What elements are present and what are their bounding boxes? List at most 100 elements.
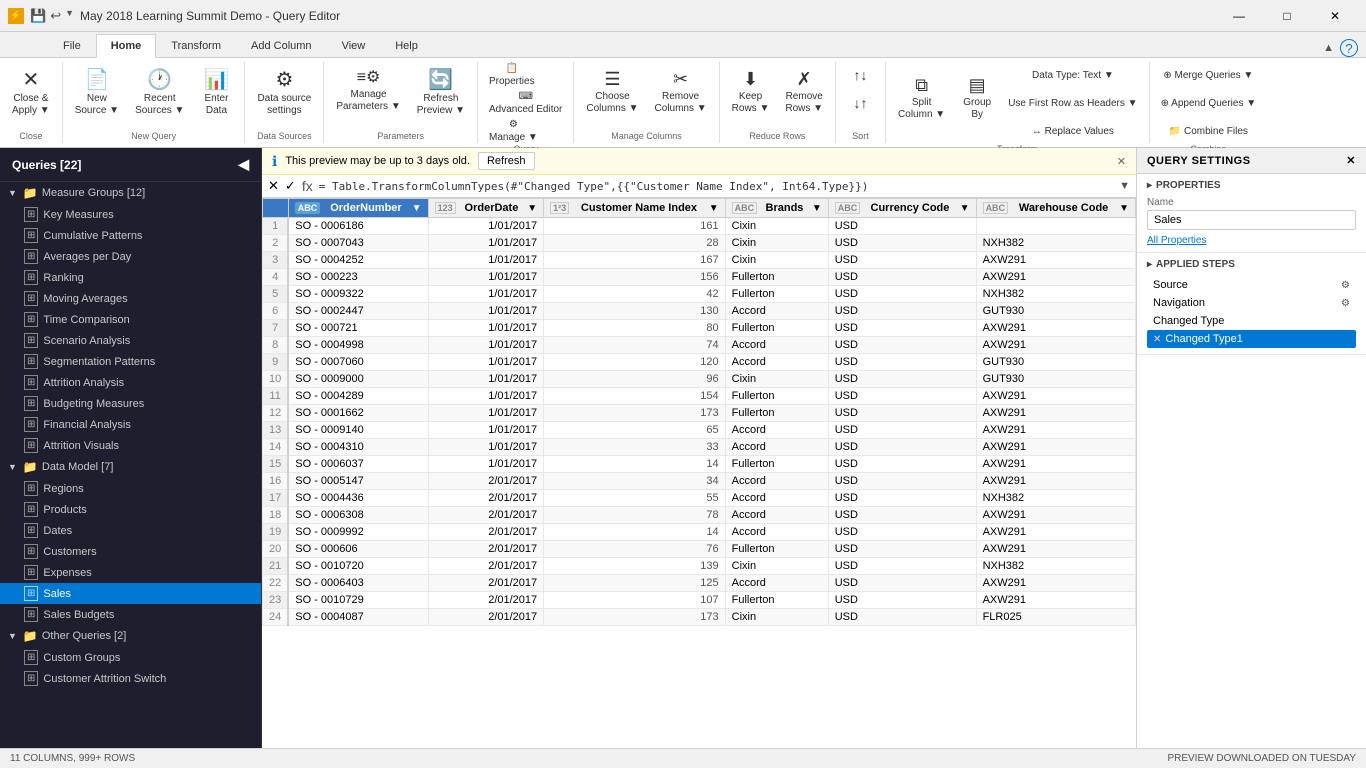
sidebar-group-measure-header[interactable]: ▼ 📁 Measure Groups [12] — [0, 182, 261, 204]
cell-currency-code: USD — [828, 490, 976, 507]
sidebar-item-attrition-visuals[interactable]: ⊞ Attrition Visuals — [0, 435, 261, 456]
enter-data-button[interactable]: 📊 EnterData — [194, 66, 238, 128]
step-changed-type[interactable]: Changed Type — [1147, 312, 1356, 330]
sort-asc-button[interactable]: ↑↓ — [843, 62, 879, 88]
sidebar-item-custom-groups[interactable]: ⊞ Custom Groups — [0, 647, 261, 668]
col-filter-icon[interactable]: ▼ — [527, 203, 537, 214]
col-filter-icon[interactable]: ▼ — [1119, 203, 1129, 214]
sidebar-item-budgeting[interactable]: ⊞ Budgeting Measures — [0, 393, 261, 414]
col-filter-icon[interactable]: ▼ — [412, 203, 422, 214]
merge-queries-button[interactable]: ⊕ Merge Queries ▼ — [1158, 62, 1258, 88]
step-navigation[interactable]: Navigation ⚙ — [1147, 294, 1356, 312]
keep-rows-button[interactable]: ⬇ KeepRows ▼ — [726, 66, 776, 128]
enter-data-icon: 📊 — [204, 70, 229, 90]
tab-file[interactable]: File — [48, 33, 96, 57]
tab-transform[interactable]: Transform — [156, 33, 236, 57]
cell-customer-index: 167 — [544, 252, 726, 269]
save-icon[interactable]: 💾 — [30, 8, 46, 24]
replace-values-button[interactable]: ↔ Replace Values — [1003, 118, 1142, 144]
sidebar-item-financial[interactable]: ⊞ Financial Analysis — [0, 414, 261, 435]
sidebar-item-time-comparison[interactable]: ⊞ Time Comparison — [0, 309, 261, 330]
append-queries-button[interactable]: ⊕ Append Queries ▼ — [1156, 90, 1262, 116]
recent-sources-button[interactable]: 🕐 RecentSources ▼ — [129, 66, 190, 128]
formula-input[interactable] — [319, 180, 1113, 193]
combine-files-button[interactable]: 📁 Combine Files — [1164, 118, 1253, 144]
data-type-button[interactable]: Data Type: Text ▼ — [1003, 62, 1142, 88]
minimize-button[interactable]: — — [1216, 2, 1262, 30]
tab-add-column[interactable]: Add Column — [236, 33, 327, 57]
sidebar-item-averages[interactable]: ⊞ Averages per Day — [0, 246, 261, 267]
step-changed-type1[interactable]: ✕ Changed Type1 — [1147, 330, 1356, 348]
col-filter-icon[interactable]: ▼ — [709, 203, 719, 214]
cell-currency-code: USD — [828, 286, 976, 303]
formula-confirm-icon[interactable]: ✓ — [285, 178, 296, 194]
folder-icon: 📁 — [23, 629, 38, 643]
cell-currency-code: USD — [828, 439, 976, 456]
sidebar-item-regions[interactable]: ⊞ Regions — [0, 478, 261, 499]
manage-button[interactable]: ⚙ Manage ▼ — [484, 118, 543, 144]
close-query-settings-icon[interactable]: ✕ — [1346, 154, 1356, 167]
refresh-preview-btn[interactable]: Refresh — [478, 152, 535, 170]
remove-columns-button[interactable]: ✂ RemoveColumns ▼ — [649, 66, 713, 128]
col-customer-name-index[interactable]: 1²3 Customer Name Index ▼ — [544, 199, 726, 218]
sort-desc-button[interactable]: ↓↑ — [843, 90, 879, 116]
sidebar-item-key-measures[interactable]: ⊞ Key Measures — [0, 204, 261, 225]
advanced-editor-button[interactable]: ⌨ Advanced Editor — [484, 90, 567, 116]
tab-view[interactable]: View — [327, 33, 381, 57]
close-apply-button[interactable]: ✕ Close &Apply ▼ — [6, 66, 56, 128]
manage-parameters-button[interactable]: ≡⚙ ManageParameters ▼ — [330, 66, 406, 128]
col-order-number[interactable]: ABC OrderNumber ▼ — [288, 199, 428, 218]
sidebar-item-dates[interactable]: ⊞ Dates — [0, 520, 261, 541]
col-filter-icon[interactable]: ▼ — [960, 203, 970, 214]
tab-help[interactable]: Help — [380, 33, 433, 57]
first-row-header-button[interactable]: Use First Row as Headers ▼ — [1003, 90, 1142, 116]
refresh-preview-button[interactable]: 🔄 RefreshPreview ▼ — [411, 66, 471, 128]
col-currency-code[interactable]: ABC Currency Code ▼ — [828, 199, 976, 218]
undo-icon[interactable]: ↩ — [50, 8, 61, 24]
remove-rows-button[interactable]: ✗ RemoveRows ▼ — [779, 66, 829, 128]
sidebar-item-sales[interactable]: ⊞ Sales — [0, 583, 261, 604]
sidebar-group-other-header[interactable]: ▼ 📁 Other Queries [2] — [0, 625, 261, 647]
formula-expand-icon[interactable]: ▼ — [1119, 180, 1130, 192]
status-bar: 11 COLUMNS, 999+ ROWS PREVIEW DOWNLOADED… — [0, 748, 1366, 768]
cell-warehouse-code: GUT930 — [976, 371, 1135, 388]
close-button[interactable]: ✕ — [1312, 2, 1358, 30]
sidebar-item-expenses[interactable]: ⊞ Expenses — [0, 562, 261, 583]
col-warehouse-code[interactable]: ABC Warehouse Code ▼ — [976, 199, 1135, 218]
close-info-button[interactable]: ✕ — [1117, 155, 1126, 168]
maximize-button[interactable]: □ — [1264, 2, 1310, 30]
choose-columns-button[interactable]: ☰ ChooseColumns ▼ — [580, 66, 644, 128]
sidebar-item-customer-attrition[interactable]: ⊞ Customer Attrition Switch — [0, 668, 261, 689]
step-x-icon[interactable]: ✕ — [1153, 334, 1161, 345]
ribbon-collapse-icon[interactable]: ▲ — [1323, 42, 1334, 54]
col-brands[interactable]: ABC Brands ▼ — [725, 199, 828, 218]
sidebar-item-cumulative[interactable]: ⊞ Cumulative Patterns — [0, 225, 261, 246]
step-gear-icon[interactable]: ⚙ — [1341, 280, 1350, 291]
sidebar-item-products[interactable]: ⊞ Products — [0, 499, 261, 520]
data-source-settings-button[interactable]: ⚙ Data sourcesettings — [251, 66, 317, 128]
help-icon[interactable]: ? — [1340, 39, 1358, 57]
sidebar-item-moving-averages[interactable]: ⊞ Moving Averages — [0, 288, 261, 309]
formula-cancel-icon[interactable]: ✕ — [268, 178, 279, 194]
step-source[interactable]: Source ⚙ — [1147, 276, 1356, 294]
group-by-button[interactable]: ▤ GroupBy — [955, 72, 999, 134]
new-source-button[interactable]: 📄 NewSource ▼ — [69, 66, 125, 128]
step-gear-icon[interactable]: ⚙ — [1341, 298, 1350, 309]
dropdown-icon[interactable]: ▼ — [65, 8, 74, 24]
sidebar-collapse-icon[interactable]: ◀ — [238, 156, 249, 173]
sidebar-item-attrition-analysis[interactable]: ⊞ Attrition Analysis — [0, 372, 261, 393]
all-properties-link[interactable]: All Properties — [1147, 235, 1206, 246]
cell-order-date: 1/01/2017 — [428, 405, 544, 422]
sidebar-item-scenario[interactable]: ⊞ Scenario Analysis — [0, 330, 261, 351]
sidebar-item-sales-budgets[interactable]: ⊞ Sales Budgets — [0, 604, 261, 625]
sidebar-item-ranking[interactable]: ⊞ Ranking — [0, 267, 261, 288]
sidebar-item-customers[interactable]: ⊞ Customers — [0, 541, 261, 562]
sidebar-item-segmentation[interactable]: ⊞ Segmentation Patterns — [0, 351, 261, 372]
sidebar-group-data-model-header[interactable]: ▼ 📁 Data Model [7] — [0, 456, 261, 478]
query-name-input[interactable] — [1147, 210, 1356, 230]
properties-button[interactable]: 📋 Properties — [484, 62, 540, 88]
col-order-date[interactable]: 123 OrderDate ▼ — [428, 199, 544, 218]
split-column-button[interactable]: ⧉ SplitColumn ▼ — [892, 72, 951, 134]
tab-home[interactable]: Home — [96, 34, 157, 58]
col-filter-icon[interactable]: ▼ — [812, 203, 822, 214]
